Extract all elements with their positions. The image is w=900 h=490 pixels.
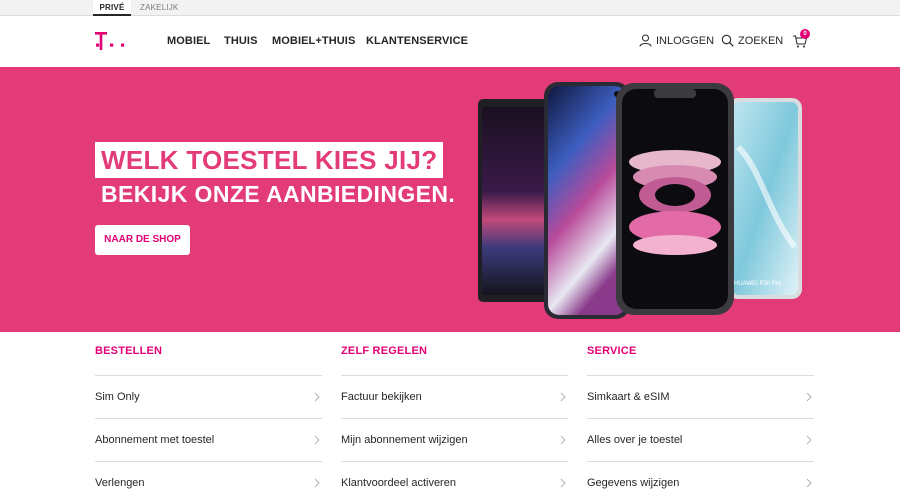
link-verlengen[interactable]: Verlengen [95,462,322,490]
link-klantvoordeel-activeren[interactable]: Klantvoordeel activeren [341,462,568,490]
chevron-right-icon [314,478,320,488]
link-label: Simkaart & eSIM [587,391,670,403]
hero-banner: WELK TOESTEL KIES JIJ? BEKIJK ONZE AANBI… [0,67,900,332]
search-button[interactable]: ZOEKEN [721,34,783,47]
column-service: SERVICE Simkaart & eSIM Alles over je to… [587,332,814,490]
chevron-right-icon [560,392,566,402]
link-label: Gegevens wijzigen [587,477,680,489]
cart-count-badge: 0 [800,29,810,39]
link-label: Alles over je toestel [587,434,683,446]
link-label: Klantvoordeel activeren [341,477,456,489]
column-zelf-regelen: ZELF REGELEN Factuur bekijken Mijn abonn… [341,332,568,490]
hero-title-box: WELK TOESTEL KIES JIJ? [95,142,444,178]
chevron-right-icon [806,392,812,402]
huawei-phone-label: HUAWEI P30 Pro [734,281,782,287]
segment-bar: PRIVÉ ZAKELIJK [0,0,900,16]
user-icon [639,34,652,47]
nav-item-mobiel-thuis[interactable]: MOBIEL+THUIS [272,35,355,47]
link-simkaart-esim[interactable]: Simkaart & eSIM [587,376,814,419]
chevron-right-icon [560,478,566,488]
hero-subtitle: BEKIJK ONZE AANBIEDINGEN. [101,181,456,207]
link-label: Verlengen [95,477,145,489]
column-heading: SERVICE [587,332,814,376]
link-abonnement-wijzigen[interactable]: Mijn abonnement wijzigen [341,419,568,462]
link-label: Factuur bekijken [341,391,422,403]
link-alles-over-je-toestel[interactable]: Alles over je toestel [587,419,814,462]
column-heading: ZELF REGELEN [341,332,568,376]
column-heading: BESTELLEN [95,332,322,376]
segment-tab-prive[interactable]: PRIVÉ [93,0,131,16]
chevron-right-icon [314,435,320,445]
link-factuur-bekijken[interactable]: Factuur bekijken [341,376,568,419]
nav-item-klantenservice[interactable]: KLANTENSERVICE [366,35,468,47]
chevron-right-icon [314,392,320,402]
login-button[interactable]: INLOGGEN [639,34,714,47]
link-abonnement-met-toestel[interactable]: Abonnement met toestel [95,419,322,462]
shop-button[interactable]: NAAR DE SHOP [95,225,190,255]
link-gegevens-wijzigen[interactable]: Gegevens wijzigen [587,462,814,490]
chevron-right-icon [560,435,566,445]
segment-tab-zakelijk[interactable]: ZAKELIJK [140,0,179,16]
nav-item-mobiel[interactable]: MOBIEL [167,35,210,47]
main-header: MOBIEL THUIS MOBIEL+THUIS KLANTENSERVICE… [0,16,900,67]
link-label: Sim Only [95,391,140,403]
nav-item-thuis[interactable]: THUIS [224,35,258,47]
link-sim-only[interactable]: Sim Only [95,376,322,419]
chevron-right-icon [806,435,812,445]
telekom-logo-icon[interactable] [95,30,135,52]
search-label: ZOEKEN [738,34,784,47]
hero-title: WELK TOESTEL KIES JIJ? [101,145,438,175]
link-label: Abonnement met toestel [95,434,215,446]
search-icon [721,34,734,47]
link-label: Mijn abonnement wijzigen [341,434,468,446]
login-label: INLOGGEN [656,34,715,47]
smartphones-image: HUAWEI P30 Pro [478,82,802,319]
chevron-right-icon [806,478,812,488]
column-bestellen: BESTELLEN Sim Only Abonnement met toeste… [95,332,322,490]
